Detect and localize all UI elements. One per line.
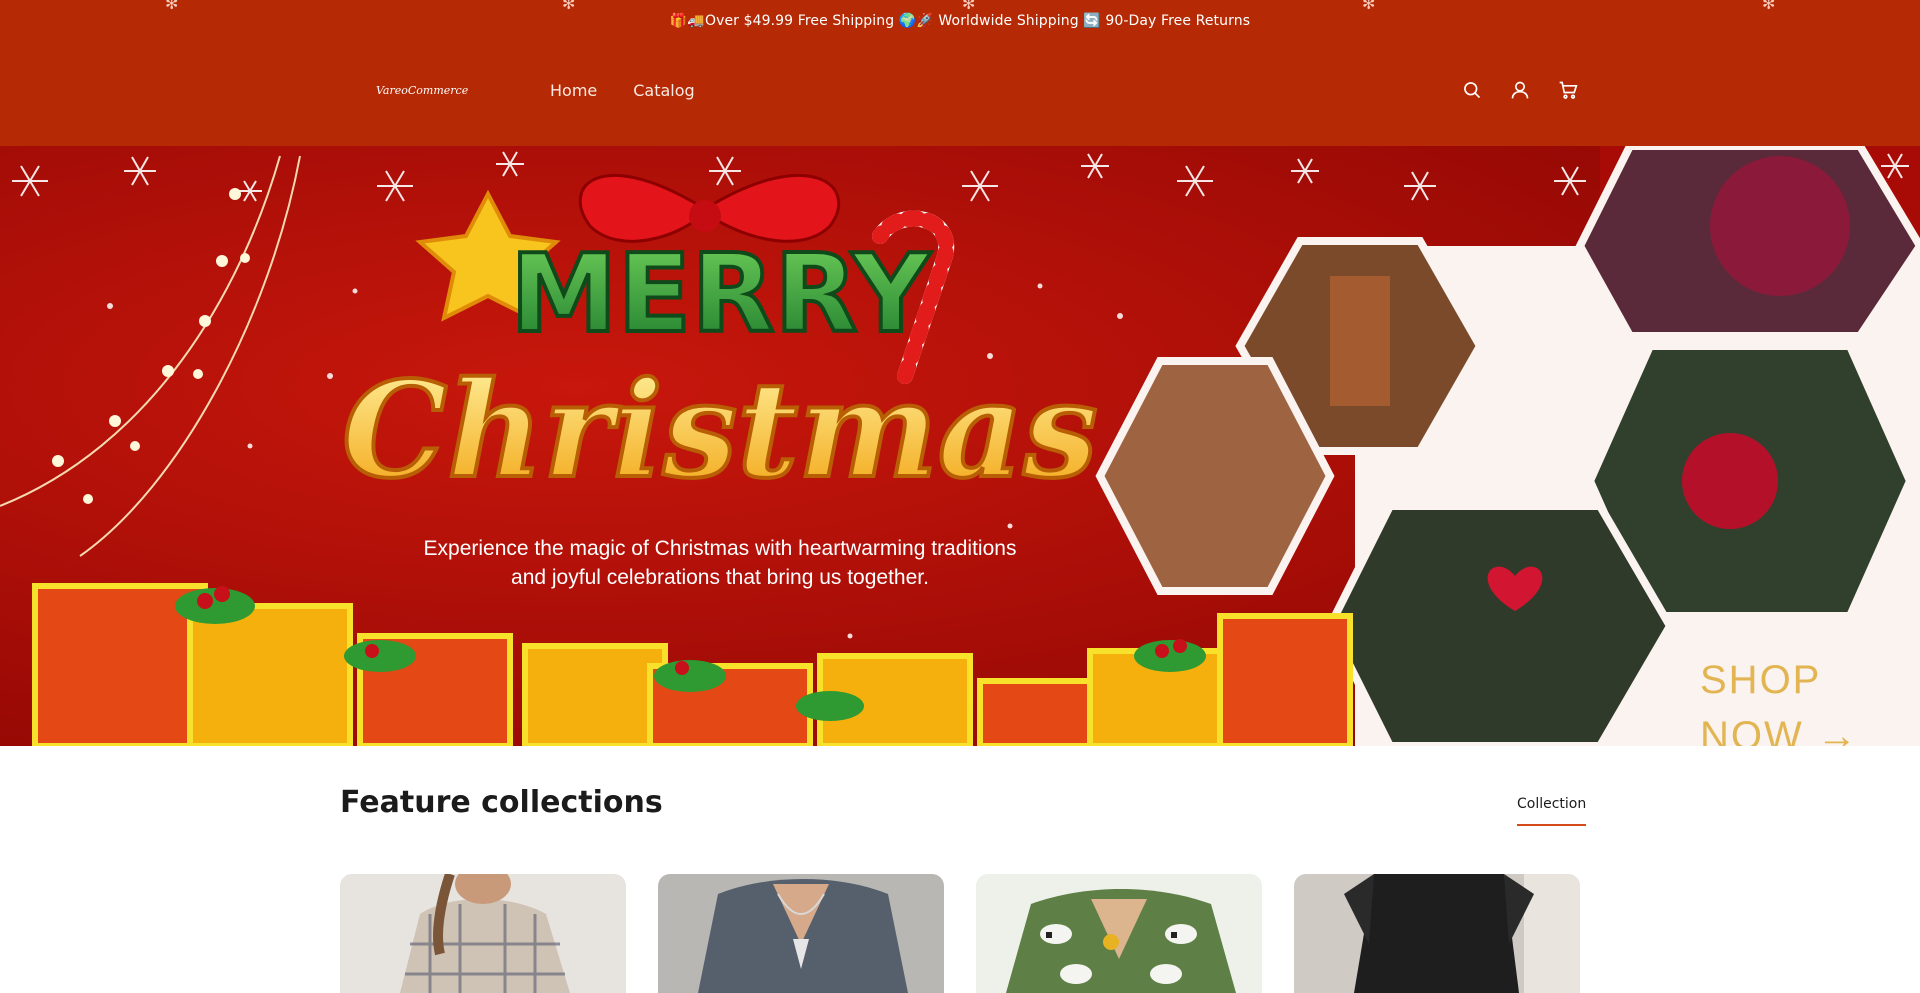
hero-image: MERRY Christmas <box>0 146 1920 746</box>
search-icon[interactable] <box>1460 78 1484 102</box>
cart-icon[interactable] <box>1556 78 1580 102</box>
snowflake-icon: ✻ <box>562 0 576 13</box>
feature-collections-title: Feature collections <box>340 785 663 820</box>
header-icons <box>1460 78 1580 102</box>
snowflake-icon: ✻ <box>165 0 179 13</box>
collection-card-green-sheep-sweater[interactable] <box>976 874 1262 993</box>
grey-top-image <box>658 874 944 993</box>
merry-image-text: MERRY <box>510 232 932 357</box>
snowflake-icon: ✻ <box>1762 0 1776 13</box>
hero-description-line2: and joyful celebrations that bring us to… <box>511 566 929 589</box>
black-dress-image <box>1294 874 1580 993</box>
sheep-sweater-image <box>976 874 1262 993</box>
site-logo[interactable]: VareoCommerce <box>376 84 468 97</box>
nav-home[interactable]: Home <box>550 81 597 100</box>
shop-now-line1: SHOP <box>1700 658 1822 702</box>
snowflake-icon: ✻ <box>962 0 976 13</box>
hero-description-line1: Experience the magic of Christmas with h… <box>423 537 1017 560</box>
collection-link[interactable]: Collection <box>1517 796 1587 826</box>
hero-description: Experience the magic of Christmas with h… <box>380 534 1060 592</box>
announcement-bar: ✻ ✻ ✻ ✻ ✻ 🎁🚚Over $49.99 Free Shipping 🌍🚀… <box>0 0 1920 42</box>
nav-catalog[interactable]: Catalog <box>633 81 694 100</box>
snowflake-icon: ✻ <box>1362 0 1376 13</box>
announcement-text: 🎁🚚Over $49.99 Free Shipping 🌍🚀 Worldwide… <box>669 13 1251 29</box>
collection-card-plaid-shirt[interactable] <box>340 874 626 993</box>
collection-card-grey-v-neck-top[interactable] <box>658 874 944 993</box>
plaid-shirt-image <box>340 874 626 993</box>
christmas-image-text: Christmas <box>342 353 1098 508</box>
hero-banner[interactable]: MERRY Christmas Experience the magic of … <box>0 146 1920 746</box>
shop-now-link[interactable]: SHOP NOW → <box>1700 652 1859 746</box>
collection-card-black-dress[interactable] <box>1294 874 1580 993</box>
main-nav: Home Catalog <box>550 81 731 100</box>
account-icon[interactable] <box>1508 78 1532 102</box>
collection-cards <box>340 874 1580 993</box>
shop-now-line2: NOW → <box>1700 714 1859 746</box>
site-header: VareoCommerce Home Catalog <box>0 42 1920 146</box>
